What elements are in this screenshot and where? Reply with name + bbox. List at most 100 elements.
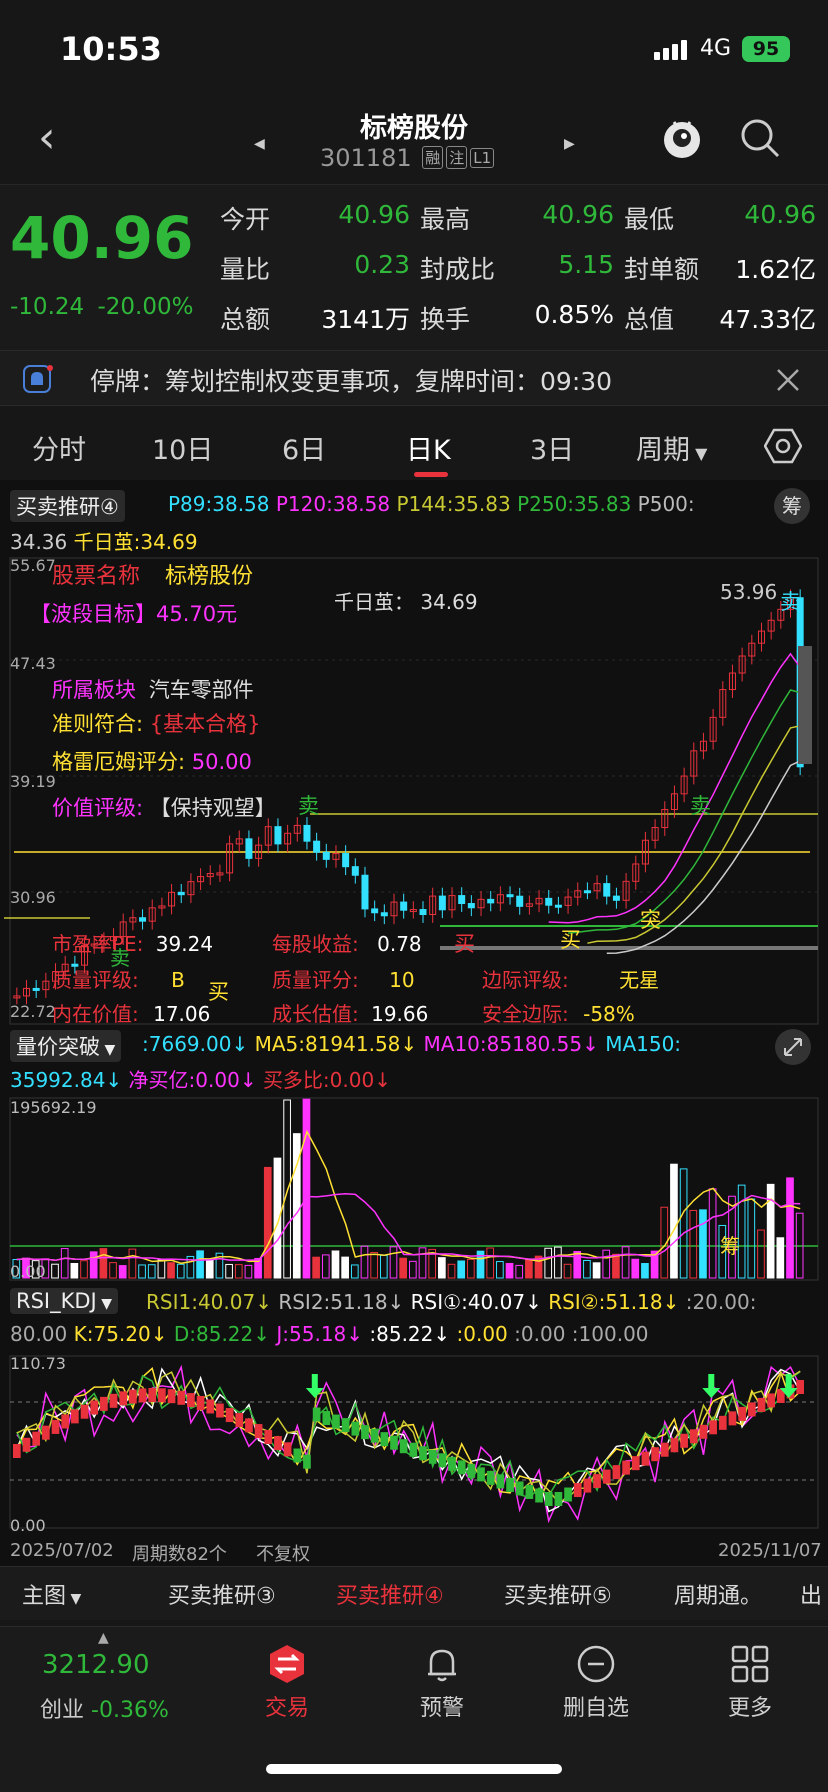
- main-params-line2: 34.36 千日茧:34.69: [10, 526, 198, 555]
- rsi-indicator-label: RSI_KDJ: [16, 1289, 97, 1313]
- volume-chart[interactable]: [0, 1096, 828, 1282]
- btab-main[interactable]: 主图 ▼: [22, 1578, 81, 1610]
- chevron-down-icon: ▼: [96, 1296, 112, 1312]
- candle-body: [400, 901, 408, 911]
- quality-score-value: 10: [389, 968, 415, 992]
- remove-watch-icon[interactable]: [576, 1644, 616, 1688]
- quote-label: 量比: [220, 255, 271, 284]
- rsi-params-line2: 80.00 K:75.20↓ D:85.22↓ J:55.18↓ :85.22↓…: [10, 1322, 649, 1346]
- net-buy: 净买亿:0.00↓: [128, 1068, 257, 1092]
- trend-block: [718, 1415, 727, 1430]
- btab-3[interactable]: 买卖推研③: [168, 1578, 276, 1610]
- footer-trade[interactable]: 交易: [237, 1690, 337, 1722]
- candle-body: [467, 903, 475, 909]
- btab-5[interactable]: 买卖推研⑤: [504, 1578, 612, 1610]
- stock-code-row: 301181 融注 L1: [320, 144, 495, 172]
- volume-bar: [360, 1245, 369, 1279]
- candle-body: [361, 874, 369, 910]
- vol-ma10: MA10:85180.55↓: [423, 1032, 599, 1056]
- adjust-mode[interactable]: 不复权: [256, 1540, 310, 1566]
- tab-10day[interactable]: 10日: [152, 428, 213, 467]
- trade-icon[interactable]: [267, 1644, 307, 1688]
- tab-period[interactable]: 周期 ▼: [636, 428, 707, 467]
- trend-block: [554, 1492, 563, 1506]
- trend-block: [177, 1390, 186, 1405]
- vol-zero-label: 0.00: [10, 1262, 46, 1281]
- more-grid-icon[interactable]: [730, 1644, 770, 1688]
- change-value: -10.24: [10, 294, 85, 320]
- y-label-2: 47.43: [10, 654, 56, 673]
- volume-bar: [176, 1263, 185, 1279]
- volume-bar: [631, 1258, 640, 1279]
- index-value[interactable]: 3212.90: [42, 1650, 150, 1680]
- volume-indicator-selector[interactable]: 量价突破 ▼: [10, 1030, 122, 1062]
- footer-remove-watch[interactable]: 删自选: [546, 1690, 646, 1722]
- rule-row: 准则符合: {基本合格}: [52, 708, 261, 738]
- settings-hexagon-icon[interactable]: [763, 428, 803, 468]
- btab-period[interactable]: 周期通。: [674, 1578, 762, 1610]
- safety-row: 安全边际: -58%: [482, 998, 635, 1027]
- volume-bar: [321, 1254, 330, 1279]
- main-indicator-selector[interactable]: 买卖推研④: [10, 490, 125, 522]
- param-p89: P89:38.58: [168, 492, 270, 516]
- tab-6day[interactable]: 6日: [282, 428, 326, 467]
- volume-profile-bar: [798, 646, 812, 764]
- tab-3day[interactable]: 3日: [530, 428, 574, 467]
- trend-block: [612, 1465, 621, 1480]
- y-label-4: 30.96: [10, 888, 56, 907]
- trend-block: [206, 1399, 215, 1414]
- safety-value: -58%: [583, 1002, 635, 1026]
- volume-bar: [699, 1209, 707, 1279]
- marginal-row: 边际评级: 无星: [482, 964, 659, 993]
- rsi-kdj-chart[interactable]: [0, 1354, 828, 1530]
- candle-body: [487, 898, 495, 904]
- sector-value: 汽车零部件: [148, 678, 254, 702]
- tab-fenshi[interactable]: 分时: [32, 428, 86, 467]
- quote-value: 40.96: [744, 200, 816, 229]
- candle-body: [458, 895, 466, 905]
- index-row[interactable]: 创业 -0.36%: [40, 1692, 169, 1724]
- expand-icon[interactable]: [774, 1028, 812, 1070]
- change-pct: -20.00%: [97, 294, 194, 320]
- trend-block: [535, 1488, 543, 1503]
- volume-bar: [370, 1251, 378, 1279]
- close-icon[interactable]: [774, 366, 802, 398]
- rsi-a: RSI①:40.07↓: [410, 1290, 542, 1314]
- candle-body: [603, 883, 611, 897]
- qianri-label: 千日茧： 34.69: [334, 590, 478, 614]
- sector-label: 所属板块: [52, 678, 136, 702]
- graham-label: 格雷厄姆评分:: [52, 750, 186, 774]
- status-time: 10:53: [60, 30, 162, 68]
- candle-body: [139, 917, 147, 922]
- home-indicator[interactable]: [266, 1764, 562, 1774]
- trend-block: [680, 1433, 688, 1448]
- y-label-top: 55.67: [10, 556, 56, 575]
- chip-button[interactable]: 筹: [774, 488, 810, 524]
- candle-body: [342, 853, 350, 868]
- rsi-indicator-selector[interactable]: RSI_KDJ ▼: [10, 1288, 118, 1314]
- tag-zhu: 注: [446, 146, 468, 169]
- trend-block: [80, 1404, 89, 1419]
- trend-block: [341, 1418, 350, 1433]
- btab-4[interactable]: 买卖推研④: [336, 1578, 444, 1610]
- candle-body: [274, 826, 282, 845]
- tab-dayk[interactable]: 日K: [406, 428, 451, 467]
- footer-alert[interactable]: 预警: [392, 1690, 492, 1722]
- volume-bar: [457, 1260, 466, 1279]
- btab-more[interactable]: 出: [800, 1578, 822, 1610]
- volume-bar: [196, 1250, 204, 1279]
- vol-ma150-value: 35992.84↓: [10, 1068, 123, 1092]
- trend-block: [187, 1393, 195, 1408]
- trend-block: [738, 1406, 746, 1421]
- quote-label: 今开: [220, 205, 271, 234]
- alert-bell-icon[interactable]: [422, 1644, 462, 1688]
- bell-icon: [22, 364, 54, 398]
- trend-block: [409, 1442, 418, 1457]
- footer-more[interactable]: 更多: [700, 1690, 800, 1722]
- volume-bar: [157, 1259, 166, 1279]
- trend-block: [602, 1469, 611, 1484]
- chevron-up-icon[interactable]: ▲: [98, 1630, 109, 1646]
- rsi-max-label: 110.73: [10, 1354, 66, 1373]
- volume-bar: [80, 1260, 88, 1279]
- down-arrow-icon: [702, 1374, 721, 1398]
